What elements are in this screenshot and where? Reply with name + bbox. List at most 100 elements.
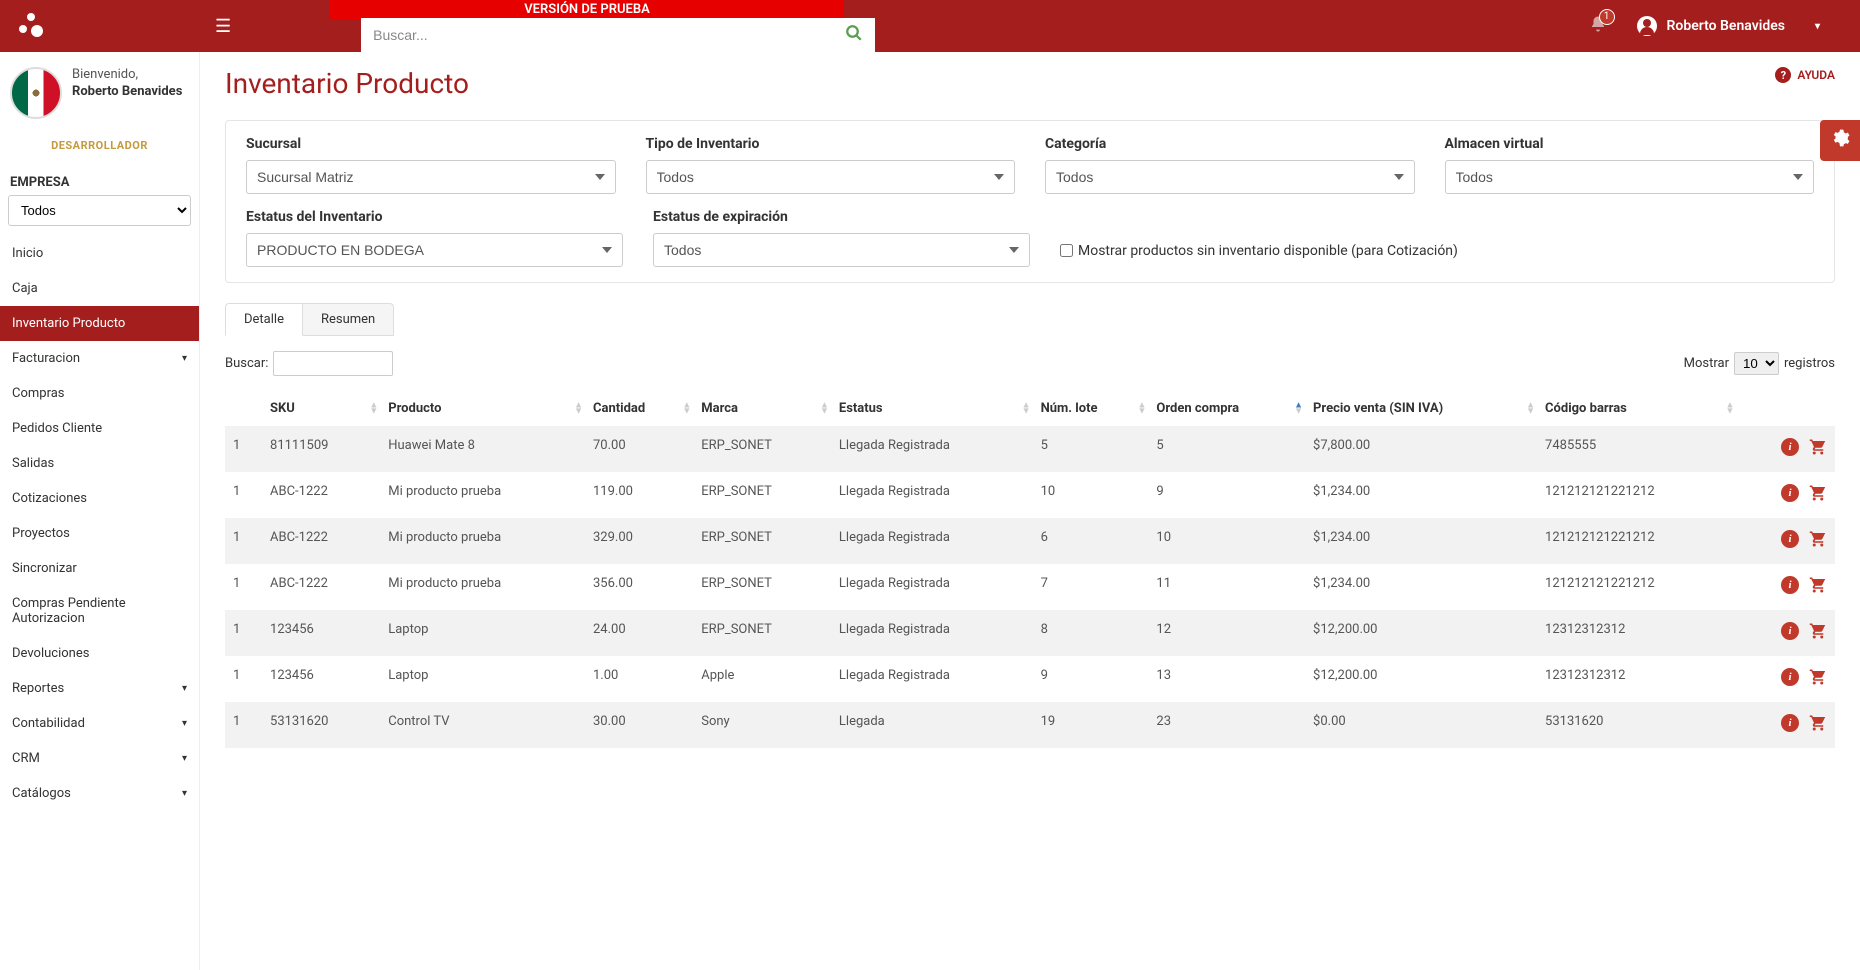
filter-almacen-select[interactable]: Todos bbox=[1445, 160, 1815, 194]
sidebar-item-5[interactable]: Pedidos Cliente bbox=[0, 411, 199, 446]
top-right: 1 Roberto Benavides ▾ bbox=[1589, 15, 1860, 38]
cart-icon[interactable] bbox=[1809, 438, 1827, 460]
cell: ERP_SONET bbox=[693, 472, 831, 518]
help-link[interactable]: ? AYUDA bbox=[1775, 67, 1835, 83]
col-header-1[interactable]: SKU▲▼ bbox=[262, 391, 380, 426]
cell: $1,234.00 bbox=[1305, 518, 1537, 564]
filter-estatus-inv-select[interactable]: PRODUCTO EN BODEGA bbox=[246, 233, 623, 267]
col-header-4[interactable]: Marca▲▼ bbox=[693, 391, 831, 426]
sidebar-item-2[interactable]: Inventario Producto bbox=[0, 306, 199, 341]
cell: ABC-1222 bbox=[262, 518, 380, 564]
sidebar-item-3[interactable]: Facturacion▾ bbox=[0, 341, 199, 376]
cell: 5 bbox=[1148, 426, 1305, 472]
sidebar-item-0[interactable]: Inicio bbox=[0, 236, 199, 271]
cell: 1 bbox=[225, 472, 262, 518]
cell: 1 bbox=[225, 656, 262, 702]
cell: ERP_SONET bbox=[693, 610, 831, 656]
cart-icon[interactable] bbox=[1809, 714, 1827, 736]
info-icon[interactable]: i bbox=[1781, 668, 1799, 686]
welcome-text: Bienvenido, bbox=[72, 67, 182, 82]
cell: Mi producto prueba bbox=[380, 564, 585, 610]
col-header-9[interactable]: Código barras▲▼ bbox=[1537, 391, 1736, 426]
show-entries-select[interactable]: 10 bbox=[1734, 352, 1779, 375]
sidebar-item-label: Pedidos Cliente bbox=[12, 421, 102, 436]
tab-detalle[interactable]: Detalle bbox=[225, 303, 303, 336]
filter-checkbox[interactable] bbox=[1060, 244, 1073, 257]
cell: ERP_SONET bbox=[693, 564, 831, 610]
sidebar-item-4[interactable]: Compras bbox=[0, 376, 199, 411]
cell: 53131620 bbox=[1537, 702, 1736, 748]
cart-icon[interactable] bbox=[1809, 622, 1827, 644]
sidebar-item-12[interactable]: Reportes▾ bbox=[0, 671, 199, 706]
cart-icon[interactable] bbox=[1809, 668, 1827, 690]
sort-icon: ▲▼ bbox=[682, 402, 691, 415]
cell: $12,200.00 bbox=[1305, 610, 1537, 656]
sidebar-item-11[interactable]: Devoluciones bbox=[0, 636, 199, 671]
cell: 30.00 bbox=[585, 702, 693, 748]
chevron-down-icon: ▾ bbox=[182, 718, 187, 729]
col-header-0[interactable] bbox=[225, 391, 262, 426]
info-icon[interactable]: i bbox=[1781, 622, 1799, 640]
cell: 121212121221212 bbox=[1537, 518, 1736, 564]
info-icon[interactable]: i bbox=[1781, 576, 1799, 594]
sidebar-item-14[interactable]: CRM▾ bbox=[0, 741, 199, 776]
cell: Llegada Registrada bbox=[831, 426, 1033, 472]
col-header-3[interactable]: Cantidad▲▼ bbox=[585, 391, 693, 426]
sidebar-item-8[interactable]: Proyectos bbox=[0, 516, 199, 551]
sidebar-item-6[interactable]: Salidas bbox=[0, 446, 199, 481]
col-header-6[interactable]: Núm. lote▲▼ bbox=[1033, 391, 1149, 426]
user-icon bbox=[1637, 16, 1657, 36]
sort-icon: ▲▼ bbox=[820, 402, 829, 415]
cart-icon[interactable] bbox=[1809, 484, 1827, 506]
sidebar-item-9[interactable]: Sincronizar bbox=[0, 551, 199, 586]
sidebar-item-7[interactable]: Cotizaciones bbox=[0, 481, 199, 516]
col-header-5[interactable]: Estatus▲▼ bbox=[831, 391, 1033, 426]
cell: Mi producto prueba bbox=[380, 472, 585, 518]
cell: $7,800.00 bbox=[1305, 426, 1537, 472]
filter-checkbox-wrap[interactable]: Mostrar productos sin inventario disponi… bbox=[1060, 243, 1458, 259]
search-icon[interactable] bbox=[845, 24, 863, 47]
settings-gear-button[interactable] bbox=[1820, 120, 1860, 161]
search-input[interactable] bbox=[373, 27, 845, 43]
col-header-8[interactable]: Precio venta (SIN IVA)▲▼ bbox=[1305, 391, 1537, 426]
sidebar-item-10[interactable]: Compras Pendiente Autorizacion bbox=[0, 586, 199, 636]
cell: Llegada Registrada bbox=[831, 656, 1033, 702]
cell: 12312312312 bbox=[1537, 610, 1736, 656]
help-icon: ? bbox=[1775, 67, 1791, 83]
col-header-2[interactable]: Producto▲▼ bbox=[380, 391, 585, 426]
col-header-10[interactable] bbox=[1736, 391, 1835, 426]
sidebar-item-13[interactable]: Contabilidad▾ bbox=[0, 706, 199, 741]
sort-icon: ▲▼ bbox=[1022, 402, 1031, 415]
filter-estatus-exp-select[interactable]: Todos bbox=[653, 233, 1030, 267]
cell: Llegada bbox=[831, 702, 1033, 748]
filter-sucursal-select[interactable]: Sucursal Matriz bbox=[246, 160, 616, 194]
info-icon[interactable]: i bbox=[1781, 714, 1799, 732]
menu-toggle-icon[interactable]: ☰ bbox=[200, 16, 246, 37]
col-header-7[interactable]: Orden compra▲▼ bbox=[1148, 391, 1305, 426]
cell: $12,200.00 bbox=[1305, 656, 1537, 702]
filter-estatus-exp-label: Estatus de expiración bbox=[653, 209, 1030, 225]
tab-resumen[interactable]: Resumen bbox=[303, 303, 394, 336]
filter-categoria-select[interactable]: Todos bbox=[1045, 160, 1415, 194]
info-icon[interactable]: i bbox=[1781, 484, 1799, 502]
table-search-input[interactable] bbox=[273, 351, 393, 376]
company-select[interactable]: Todos bbox=[8, 195, 191, 226]
notifications-button[interactable]: 1 bbox=[1589, 15, 1607, 38]
info-icon[interactable]: i bbox=[1781, 438, 1799, 456]
sidebar-item-15[interactable]: Catálogos▾ bbox=[0, 776, 199, 811]
user-menu[interactable]: Roberto Benavides ▾ bbox=[1637, 16, 1821, 36]
info-icon[interactable]: i bbox=[1781, 530, 1799, 548]
cart-icon[interactable] bbox=[1809, 530, 1827, 552]
sidebar-item-1[interactable]: Caja bbox=[0, 271, 199, 306]
filter-sucursal-label: Sucursal bbox=[246, 136, 616, 152]
trial-banner: VERSIÓN DE PRUEBA bbox=[330, 0, 844, 20]
actions-cell: i bbox=[1736, 564, 1835, 610]
filter-tipo-select[interactable]: Todos bbox=[646, 160, 1016, 194]
tabs: Detalle Resumen bbox=[225, 303, 1835, 336]
cell: 8 bbox=[1033, 610, 1149, 656]
chevron-down-icon: ▾ bbox=[182, 788, 187, 799]
cell: 24.00 bbox=[585, 610, 693, 656]
cell: Huawei Mate 8 bbox=[380, 426, 585, 472]
cart-icon[interactable] bbox=[1809, 576, 1827, 598]
page-title: Inventario Producto bbox=[225, 67, 1835, 100]
